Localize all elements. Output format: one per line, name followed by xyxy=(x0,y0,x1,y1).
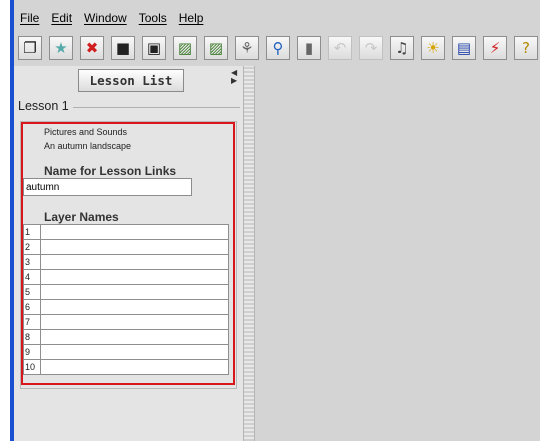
layer-row: 8 xyxy=(23,329,229,345)
layer-name-cell[interactable] xyxy=(40,254,229,270)
save-icon: ■ xyxy=(115,38,131,57)
layer-number: 6 xyxy=(23,299,41,315)
tree-button[interactable]: ⚘ xyxy=(235,36,259,60)
layer-row: 6 xyxy=(23,299,229,315)
menu-bar: File Edit Window Tools Help xyxy=(14,8,540,28)
open-folder-icon: ★ xyxy=(54,38,68,57)
layer-number: 3 xyxy=(23,254,41,270)
lesson-list-button[interactable]: Lesson List xyxy=(78,69,184,92)
new-document-icon: ❐ xyxy=(23,38,37,57)
layer-row: 10 xyxy=(23,359,229,375)
eraser-icon: ▮ xyxy=(304,38,314,57)
layer-row: 1 xyxy=(23,224,229,240)
flash-icon: ⚡ xyxy=(489,38,501,57)
layer-name-cell[interactable] xyxy=(40,239,229,255)
help-button[interactable]: ? xyxy=(514,36,538,60)
layer-number: 4 xyxy=(23,269,41,285)
layer-name-cell[interactable] xyxy=(40,314,229,330)
layer-names-table: 1 2 3 4 5 6 7 8 9 10 xyxy=(23,224,229,375)
book-button[interactable]: ▨ xyxy=(204,36,228,60)
menu-tools[interactable]: Tools xyxy=(139,11,167,25)
layer-name-cell[interactable] xyxy=(40,344,229,360)
layer-name-cell[interactable] xyxy=(40,269,229,285)
panel-splitter[interactable] xyxy=(243,66,255,441)
search-button[interactable]: ⚲ xyxy=(266,36,290,60)
sound-button[interactable]: ♫ xyxy=(390,36,414,60)
layer-row: 9 xyxy=(23,344,229,360)
image-button[interactable]: ▤ xyxy=(452,36,476,60)
menu-window[interactable]: Window xyxy=(84,11,127,25)
book-icon: ▨ xyxy=(208,38,224,57)
delete-icon: ✖ xyxy=(85,38,99,57)
tree-icon: ⚘ xyxy=(240,38,254,57)
layer-row: 4 xyxy=(23,269,229,285)
layer-number: 10 xyxy=(23,359,41,375)
eraser-button[interactable]: ▮ xyxy=(297,36,321,60)
help-icon: ? xyxy=(522,38,530,57)
redo-icon: ↷ xyxy=(364,38,378,57)
menu-edit[interactable]: Edit xyxy=(51,11,72,25)
search-icon: ⚲ xyxy=(272,38,284,57)
save-all-button[interactable]: ▣ xyxy=(142,36,166,60)
image-icon: ▤ xyxy=(456,38,472,57)
lesson-description-1: Pictures and Sounds xyxy=(44,127,128,137)
undo-button[interactable]: ↶ xyxy=(328,36,352,60)
layer-number: 1 xyxy=(23,224,41,240)
lesson-link-name-input[interactable] xyxy=(23,178,192,196)
layer-name-cell[interactable] xyxy=(40,224,229,240)
links-heading: Name for Lesson Links xyxy=(44,164,177,178)
lesson-description-2: An autumn landscape xyxy=(44,141,132,151)
new-document-button[interactable]: ❐ xyxy=(18,36,42,60)
layer-number: 8 xyxy=(23,329,41,345)
layer-row: 7 xyxy=(23,314,229,330)
redo-button[interactable]: ↷ xyxy=(359,36,383,60)
lesson-title: Lesson 1 xyxy=(18,99,73,113)
lightbulb-icon: ☀ xyxy=(426,38,440,57)
layer-row: 5 xyxy=(23,284,229,300)
workspace-area xyxy=(255,66,540,441)
layer-name-cell[interactable] xyxy=(40,284,229,300)
menu-help[interactable]: Help xyxy=(179,11,204,25)
layer-row: 2 xyxy=(23,239,229,255)
sound-icon: ♫ xyxy=(395,38,409,57)
collapse-panel-icon[interactable]: ◀ ▶ xyxy=(231,69,237,85)
save-button[interactable]: ■ xyxy=(111,36,135,60)
layers-heading: Layer Names xyxy=(44,210,119,224)
layer-name-cell[interactable] xyxy=(40,329,229,345)
menu-file[interactable]: File xyxy=(20,11,39,25)
book-add-icon: ▨ xyxy=(177,38,193,57)
layer-number: 2 xyxy=(23,239,41,255)
layer-name-cell[interactable] xyxy=(40,299,229,315)
application-window: File Edit Window Tools Help ❐ ★ ✖ ■ ▣ ▨ ▨ ⚘ ⚲ ▮ ↶ ↷… xyxy=(0,0,540,441)
flash-button[interactable]: ⚡ xyxy=(483,36,507,60)
delete-button[interactable]: ✖ xyxy=(80,36,104,60)
layer-number: 7 xyxy=(23,314,41,330)
book-add-button[interactable]: ▨ xyxy=(173,36,197,60)
undo-icon: ↶ xyxy=(333,38,347,57)
layer-number: 5 xyxy=(23,284,41,300)
layer-name-cell[interactable] xyxy=(40,359,229,375)
save-all-icon: ▣ xyxy=(146,38,162,57)
open-folder-button[interactable]: ★ xyxy=(49,36,73,60)
layer-row: 3 xyxy=(23,254,229,270)
lightbulb-button[interactable]: ☀ xyxy=(421,36,445,60)
toolbar: ❐ ★ ✖ ■ ▣ ▨ ▨ ⚘ ⚲ ▮ ↶ ↷ ♫ ☀ ▤ ⚡? xyxy=(14,30,540,67)
layer-number: 9 xyxy=(23,344,41,360)
